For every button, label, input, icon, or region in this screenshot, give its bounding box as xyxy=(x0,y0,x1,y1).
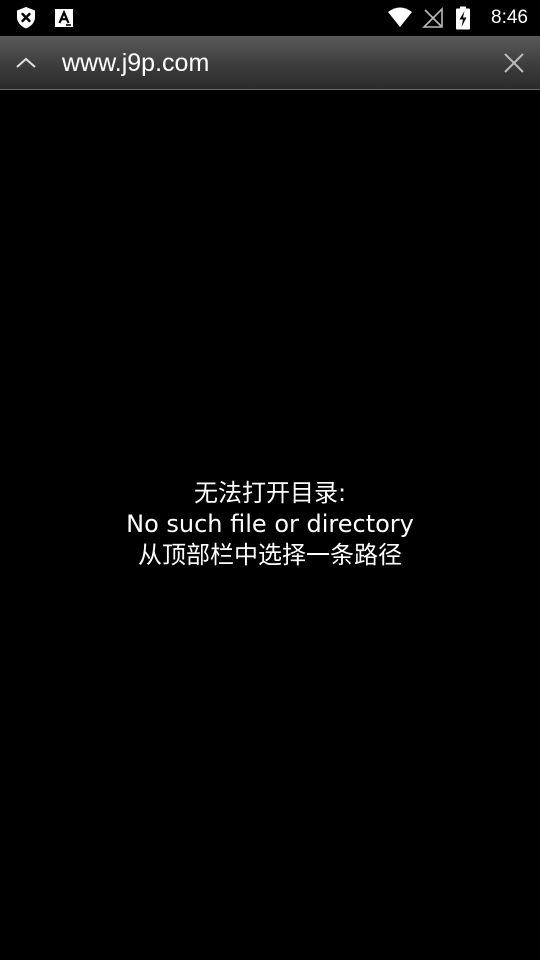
address-bar: www.j9p.com xyxy=(0,36,540,90)
error-message-title: 无法打开目录: xyxy=(193,479,347,507)
close-button[interactable] xyxy=(496,45,532,81)
content-area: 无法打开目录: No such file or directory 从顶部栏中选… xyxy=(0,90,540,960)
status-clock: 8:46 xyxy=(491,7,528,28)
battery-charging-icon xyxy=(455,6,479,30)
chevron-up-icon xyxy=(16,57,36,68)
status-left-icons xyxy=(14,6,76,30)
error-message: 无法打开目录: No such file or directory 从顶部栏中选… xyxy=(0,478,540,571)
url-text[interactable]: www.j9p.com xyxy=(62,47,209,79)
shield-x-icon xyxy=(14,6,38,30)
font-a-icon xyxy=(52,6,76,30)
close-icon xyxy=(504,53,524,73)
status-bar: 8:46 xyxy=(0,0,540,36)
screen: 8:46 www.j9p.com 无法打开目录: No such file or… xyxy=(0,0,540,960)
no-signal-icon xyxy=(421,6,445,30)
error-message-hint: 从顶部栏中选择一条路径 xyxy=(138,541,402,569)
error-message-detail: No such file or directory xyxy=(126,510,414,538)
wifi-icon xyxy=(387,6,413,30)
collapse-button[interactable] xyxy=(8,45,44,81)
status-right-icons: 8:46 xyxy=(387,4,528,32)
